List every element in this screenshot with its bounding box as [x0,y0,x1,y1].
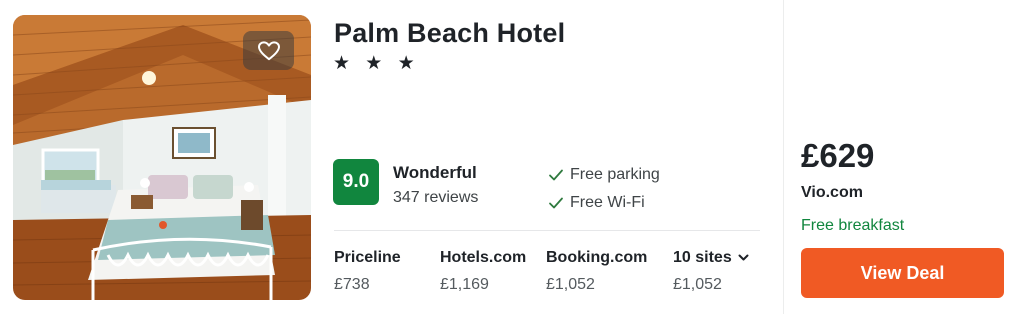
site-price: £1,052 [546,276,595,293]
amenity-free-wifi: Free Wi-Fi [548,194,645,212]
amenity-label: Free Wi-Fi [570,194,645,211]
site-name: Priceline [334,249,401,266]
column-divider [783,0,784,314]
rating-label: Wonderful [393,163,477,182]
heart-icon [257,40,280,60]
star-rating: ★ ★ ★ [333,53,420,74]
check-icon [549,197,563,209]
price-option-hotels-com[interactable]: Hotels.com £1,169 [440,249,526,294]
review-count: 347 reviews [393,189,479,206]
site-price: £1,052 [673,276,722,293]
price-option-booking-com[interactable]: Booking.com £1,052 [546,249,647,294]
best-price: £629 [801,137,875,174]
site-name-row: 10 sites [673,249,749,267]
favorite-button[interactable] [243,31,294,70]
divider [334,230,760,231]
amenity-free-parking: Free parking [548,166,660,184]
check-icon [549,169,563,181]
view-deal-button[interactable]: View Deal [801,248,1004,298]
site-name: 10 sites [673,249,732,266]
site-name: Booking.com [546,249,648,266]
site-price: £738 [334,276,370,293]
site-price: £1,169 [440,276,489,293]
chevron-down-icon [738,254,749,261]
hotel-result-card: Palm Beach Hotel ★ ★ ★ 9.0 Wonderful 347… [0,0,1024,314]
review-score-badge: 9.0 [333,159,379,205]
price-option-priceline[interactable]: Priceline £738 [334,249,401,294]
amenity-label: Free parking [570,166,660,183]
deal-provider: Vio.com [801,184,863,201]
deal-perk: Free breakfast [801,217,905,234]
more-sites-dropdown[interactable]: 10 sites £1,052 [673,249,749,294]
site-name: Hotels.com [440,249,527,266]
hotel-name[interactable]: Palm Beach Hotel [334,18,565,49]
